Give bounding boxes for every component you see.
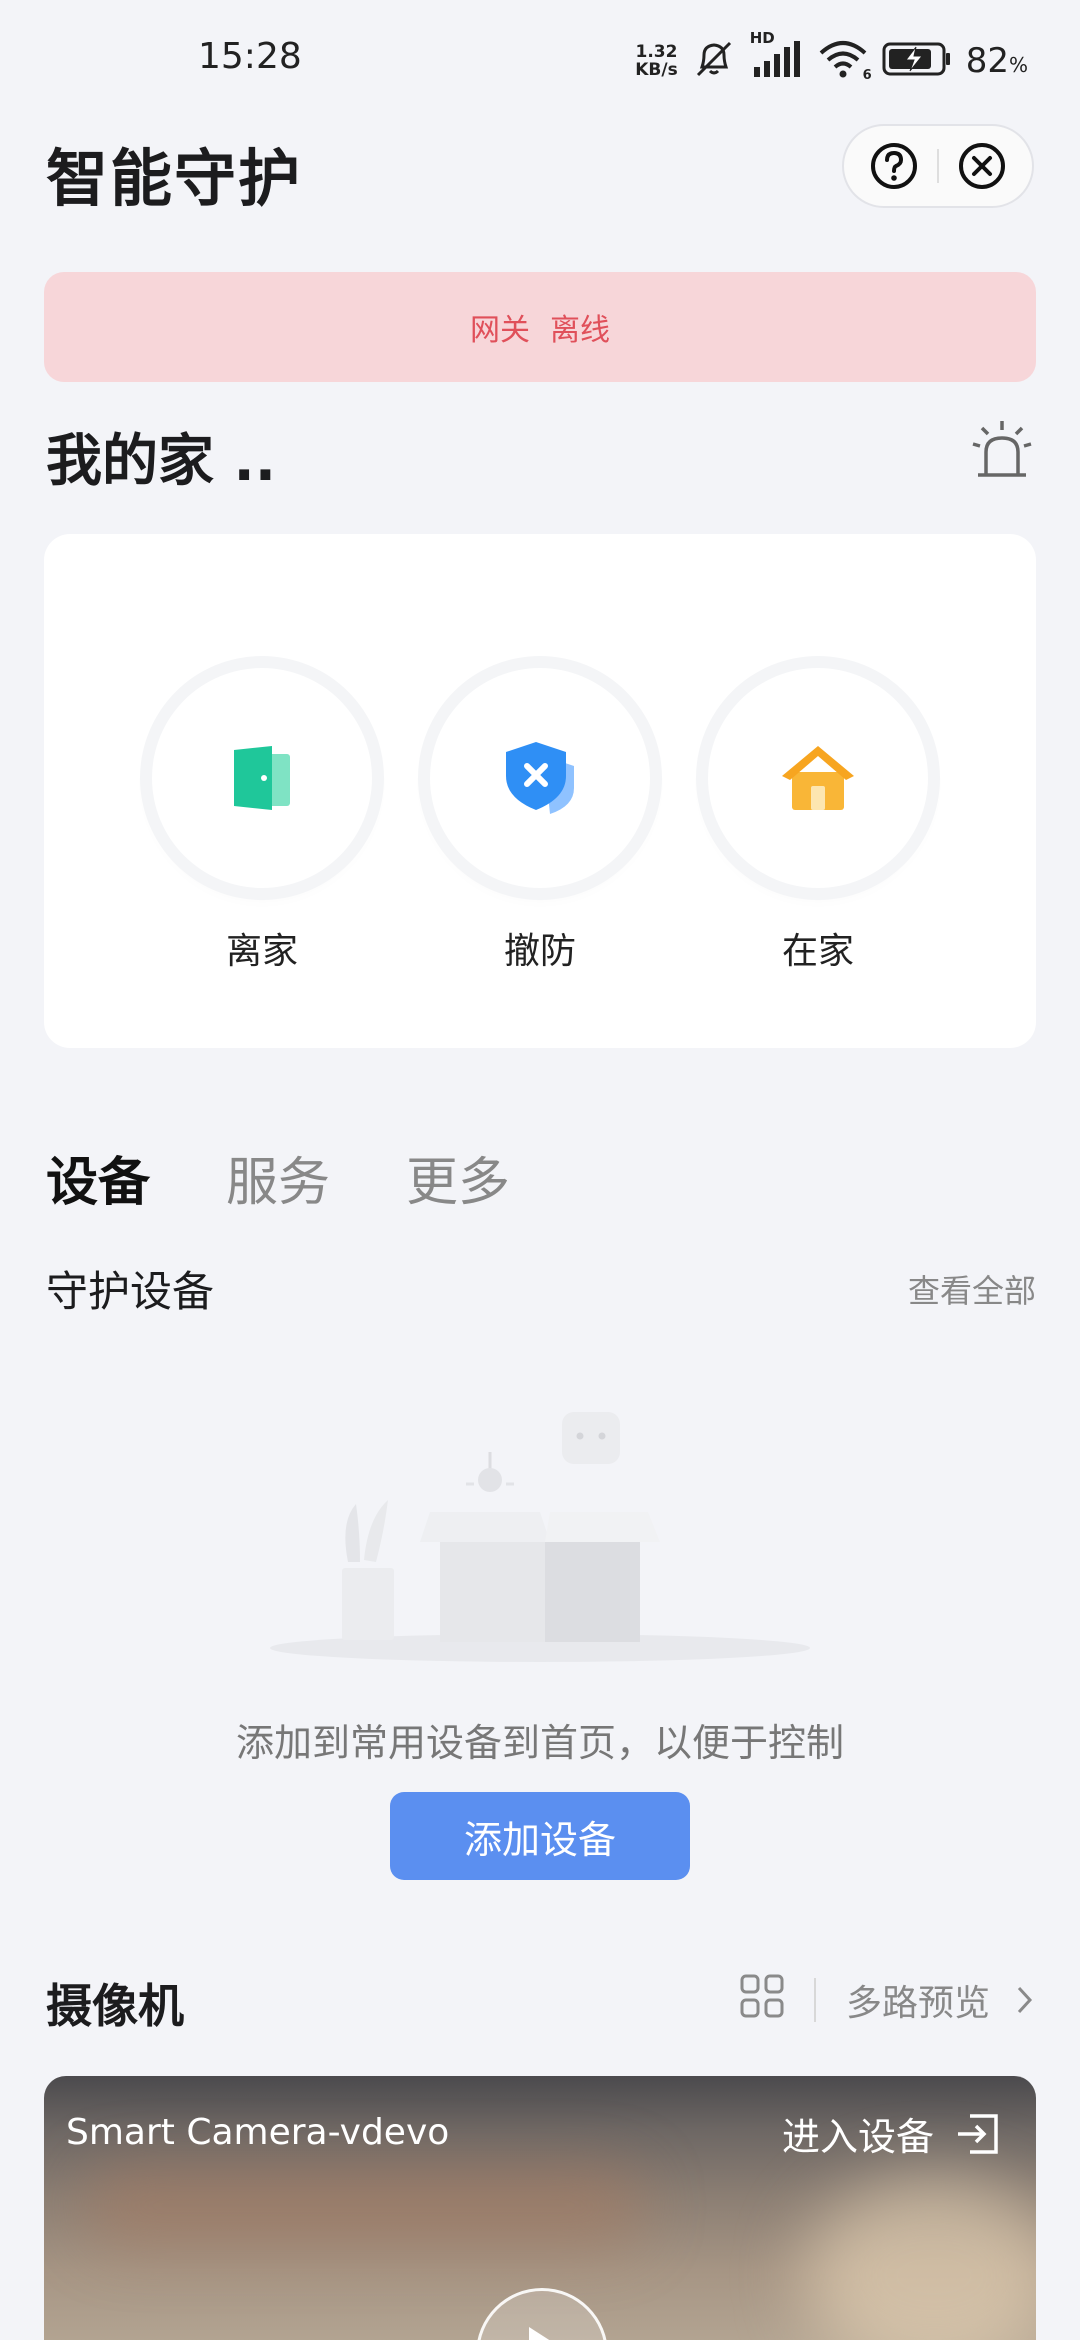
multi-preview-label: 多路预览 [845, 1983, 990, 2024]
close-button[interactable] [956, 140, 1008, 192]
enter-icon [958, 2113, 998, 2154]
tab-more[interactable]: 更多 [406, 1140, 510, 1215]
battery-percent: 82% [965, 41, 1028, 81]
status-time: 15:28 [198, 36, 302, 77]
add-device-button[interactable]: 添加设备 [390, 1792, 690, 1880]
camera-actions-divider [813, 1978, 816, 2022]
close-icon [958, 143, 1005, 189]
gateway-offline-banner[interactable]: 网关 离线 [44, 272, 1036, 382]
tab-services[interactable]: 服务 [226, 1140, 330, 1215]
camera-section-title: 摄像机 [46, 1979, 184, 2033]
play-button[interactable] [476, 2288, 608, 2340]
help-icon [871, 143, 918, 189]
tab-bar: 设备 服务 更多 [46, 1140, 510, 1215]
mode-away-button[interactable] [152, 668, 372, 888]
status-bar: 15:28 1.32 KB/s HD 6 82% [0, 0, 1080, 120]
capsule-divider [936, 149, 939, 183]
mode-disarm-label: 撤防 [503, 931, 576, 972]
enter-device-label: 进入设备 [781, 2115, 934, 2159]
help-button[interactable] [868, 140, 920, 192]
empty-box-illustration [260, 1392, 820, 1672]
shield-x-icon [506, 742, 574, 814]
guard-devices-title: 守护设备 [46, 1267, 215, 1316]
door-icon [234, 746, 290, 810]
camera-device-name: Smart Camera-vdevo [66, 2112, 450, 2153]
security-mode-card: 离家 撤防 在家 [44, 534, 1036, 1048]
mode-home-button[interactable] [708, 668, 928, 888]
wifi-icon: 6 [818, 39, 872, 83]
mode-away[interactable]: 离家 [142, 668, 382, 974]
mode-home-label: 在家 [781, 931, 854, 972]
page-title: 智能守护 [46, 142, 303, 215]
status-icons: 1.32 KB/s HD 6 82% [635, 29, 1028, 86]
mode-away-label: 离家 [225, 931, 298, 972]
empty-hint-text: 添加到常用设备到首页，以便于控制 [235, 1721, 844, 1765]
chevron-right-icon [1017, 1986, 1033, 2014]
view-all-link[interactable]: 查看全部 [908, 1266, 1036, 1312]
cell-signal-icon: HD [750, 29, 804, 83]
house-icon [782, 746, 854, 810]
enter-device-button[interactable]: 进入设备 [782, 2106, 1002, 2161]
banner-gateway-label: 网关 [470, 313, 530, 348]
tab-devices[interactable]: 设备 [46, 1140, 150, 1215]
multi-preview-link[interactable]: 多路预览 [846, 1974, 1034, 2026]
network-speed: 1.32 KB/s [635, 42, 678, 80]
camera-blur-region [84, 2166, 644, 2246]
mini-program-capsule [842, 124, 1034, 208]
grid-icon[interactable] [740, 1974, 784, 2027]
mode-disarm-button[interactable] [430, 668, 650, 888]
battery-icon [882, 41, 952, 81]
camera-preview-card[interactable]: Smart Camera-vdevo 进入设备 [44, 2076, 1036, 2340]
camera-actions: 多路预览 [740, 1972, 1034, 2028]
camera-blur-light [804, 2176, 1036, 2340]
home-selector[interactable]: 我的家 .. [46, 416, 276, 497]
play-icon [529, 2327, 550, 2340]
mode-home[interactable]: 在家 [698, 668, 938, 974]
mute-icon [692, 39, 736, 83]
banner-status-label: 离线 [550, 313, 610, 348]
mode-disarm[interactable]: 撤防 [420, 668, 660, 974]
alarm-light-icon[interactable] [970, 418, 1034, 482]
